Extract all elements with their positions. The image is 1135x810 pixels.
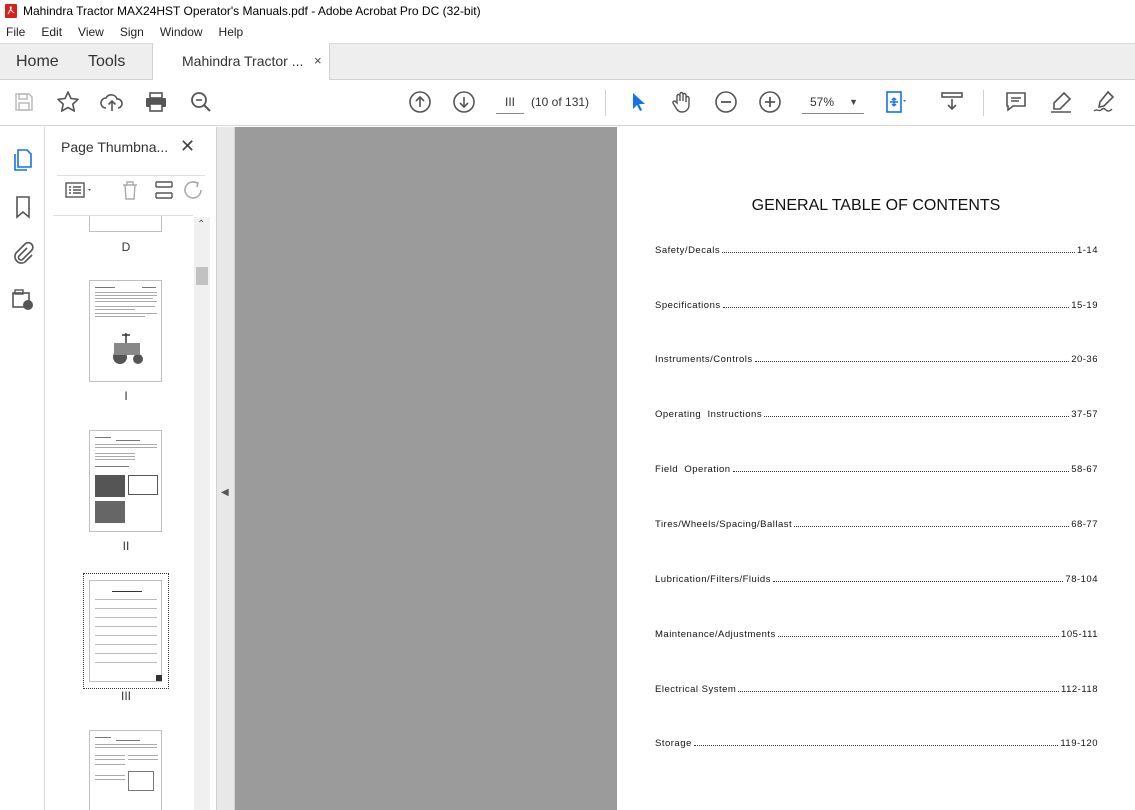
pages-icon[interactable] [10, 147, 36, 173]
panel-close-icon[interactable]: ✕ [180, 136, 195, 157]
toc-entry: Electrical System 112-118 [655, 684, 1098, 695]
thumbnail-page-ii[interactable] [89, 430, 162, 532]
panel-toolbar [57, 175, 205, 203]
delete-icon[interactable] [119, 179, 141, 201]
tractor-illustration [113, 333, 143, 364]
page-down-icon[interactable] [452, 90, 476, 114]
collapse-arrow-icon[interactable]: ◀ [221, 487, 229, 498]
document-view[interactable]: GENERAL TABLE OF CONTENTS Safety/Decals 1… [235, 127, 1135, 810]
tab-close-icon[interactable]: × [314, 53, 322, 68]
toc-entry: Safety/Decals 1-14 [655, 245, 1098, 256]
toc-entry: Instruments/Controls 20-36 [655, 354, 1098, 365]
thumbnail-panel: Page Thumbna... ✕ D I II III ⌃ [45, 127, 217, 810]
scroll-mode-icon[interactable] [940, 90, 964, 114]
page-up-icon[interactable] [408, 90, 432, 114]
page-number-input[interactable]: III [496, 90, 524, 114]
thumbnail-scrollbar[interactable]: ⌃ [194, 217, 210, 810]
tab-tools[interactable]: Tools [88, 53, 125, 71]
fit-page-icon[interactable] [884, 90, 908, 114]
toolbar-divider [983, 90, 984, 116]
bookmark-star-icon[interactable] [56, 90, 80, 114]
thumbnail-page-iii[interactable] [89, 580, 162, 682]
tab-document-label: Mahindra Tractor ... [182, 53, 304, 69]
hand-icon[interactable] [670, 90, 694, 114]
toc-entry: Maintenance/Adjustments 105-111 [655, 629, 1098, 640]
zoom-search-icon[interactable] [189, 90, 213, 114]
title-bar: Mahindra Tractor MAX24HST Operator's Man… [0, 0, 1135, 22]
menu-bar: File Edit View Sign Window Help [0, 22, 1135, 42]
tab-home[interactable]: Home [16, 53, 59, 71]
pdf-page: GENERAL TABLE OF CONTENTS Safety/Decals 1… [617, 127, 1135, 810]
toc-entry: Field Operation 58-67 [655, 464, 1098, 475]
panel-title: Page Thumbna... [61, 139, 169, 155]
scrollbar-thumb[interactable] [196, 267, 208, 285]
certificate-icon[interactable] [10, 287, 36, 313]
bookmark-icon[interactable] [10, 194, 36, 220]
chevron-up-icon[interactable]: ⌃ [197, 219, 205, 230]
panel-collapse-handle[interactable]: ◀ [217, 127, 235, 810]
toc-entry: Specifications 15-19 [655, 300, 1098, 311]
toc-heading: GENERAL TABLE OF CONTENTS [751, 197, 1001, 214]
select-cursor-icon[interactable] [626, 90, 650, 114]
sign-icon[interactable] [1092, 90, 1116, 114]
menu-help[interactable]: Help [217, 25, 246, 39]
comment-icon[interactable] [1004, 90, 1028, 114]
tab-document[interactable]: Mahindra Tractor ... × [152, 43, 330, 80]
toc-entry: Lubrication/Filters/Fluids 78-104 [655, 574, 1098, 585]
thumbnail-list: D I II III [53, 215, 193, 810]
zoom-level-select[interactable]: 57% ▼ [802, 90, 864, 114]
upload-icon[interactable] [100, 90, 124, 114]
save-icon[interactable] [12, 90, 36, 114]
page-count: (10 of 131) [531, 95, 590, 109]
thumbnail-label: III [120, 689, 131, 703]
zoom-out-icon[interactable] [714, 90, 738, 114]
thumbnail-page-i[interactable] [89, 280, 162, 382]
tab-bar: Home Tools Mahindra Tractor ... × [0, 43, 1135, 80]
extract-pages-icon[interactable] [153, 179, 175, 201]
window-title: Mahindra Tractor MAX24HST Operator's Man… [23, 4, 481, 18]
thumbnail-label: D [121, 240, 131, 254]
thumbnail-label: II [122, 539, 130, 553]
menu-view[interactable]: View [76, 25, 106, 39]
thumbnail-label: I [124, 389, 128, 403]
zoom-value: 57% [810, 95, 835, 109]
print-icon[interactable] [144, 90, 168, 114]
thumbnail-options-icon[interactable] [61, 179, 91, 201]
thumbnail-page-d[interactable] [89, 216, 162, 232]
toc-entry: Tires/Wheels/Spacing/Ballast 68-77 [655, 519, 1098, 530]
highlight-icon[interactable] [1049, 90, 1073, 114]
menu-window[interactable]: Window [158, 25, 205, 39]
rotate-icon[interactable] [183, 179, 205, 201]
menu-edit[interactable]: Edit [39, 25, 64, 39]
toolbar-divider [605, 90, 606, 116]
thumbnail-page-next[interactable] [89, 730, 162, 810]
toolbar: III (10 of 131) 57% ▼ [0, 80, 1135, 126]
toc-entry: Operating Instructions 37-57 [655, 409, 1098, 420]
chevron-down-icon: ▼ [849, 97, 858, 107]
menu-sign[interactable]: Sign [118, 25, 146, 39]
toc-entry: Storage 119-120 [655, 738, 1098, 749]
left-rail [0, 127, 45, 810]
acrobat-app-icon [5, 4, 17, 18]
menu-file[interactable]: File [4, 25, 27, 39]
zoom-in-icon[interactable] [758, 90, 782, 114]
attachment-icon[interactable] [10, 240, 36, 266]
